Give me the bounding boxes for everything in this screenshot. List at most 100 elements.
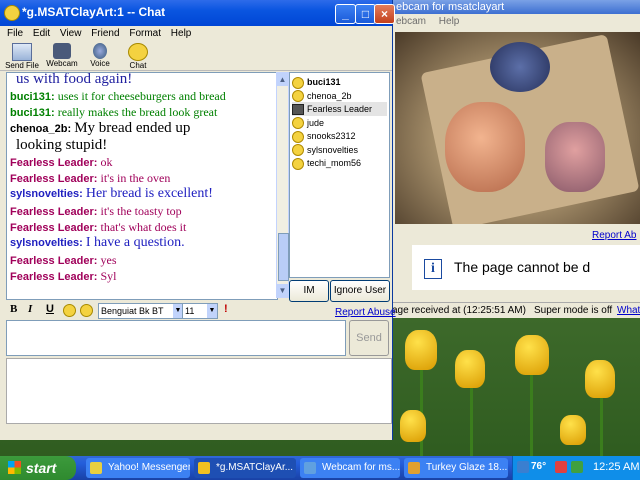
underline-button[interactable]: U <box>46 303 54 315</box>
webcam-button[interactable]: Webcam <box>44 43 80 68</box>
roster-item[interactable]: snooks2312 <box>292 129 387 143</box>
ad-area <box>6 358 392 424</box>
microphone-icon <box>93 43 107 59</box>
tulip <box>405 330 437 370</box>
taskbar: start Yahoo! Messenger *g.MSATClayAr... We… <box>0 456 640 480</box>
whats-this-link[interactable]: What's t <box>617 303 640 319</box>
toolbar: Send File Webcam Voice Chat <box>0 42 392 71</box>
clay-object <box>545 122 605 192</box>
temperature: 76° <box>531 461 547 472</box>
menu-webcam[interactable]: ebcam <box>396 16 426 27</box>
roster-name: jude <box>307 117 325 128</box>
im-button[interactable]: IM <box>289 280 329 302</box>
roster-item[interactable]: Fearless Leader <box>292 102 387 116</box>
chat-message: us with food again! <box>10 73 132 88</box>
menu-file[interactable]: File <box>7 28 23 39</box>
roster-name: Fearless Leader <box>307 104 373 114</box>
chat-room-roster: buci131 chenoa_2b Fearless Leader jude snook… <box>289 72 390 278</box>
roster-item[interactable]: chenoa_2b <box>292 89 387 103</box>
maximize-button[interactable]: □ <box>355 4 376 24</box>
ignore-user-button[interactable]: Ignore User <box>330 280 390 302</box>
message-text: it's the toasty top <box>100 204 182 218</box>
report-abuse-link[interactable]: Report Ab <box>592 230 636 241</box>
tulip <box>560 415 586 445</box>
font-name: Benguiat Bk BT <box>101 306 164 316</box>
smiley-icon <box>292 76 304 89</box>
taskbar-button[interactable]: Webcam for ms... <box>300 458 400 478</box>
emoticon-icon[interactable] <box>63 304 76 317</box>
scroll-up-arrow[interactable]: ▲ <box>277 73 288 86</box>
tulip <box>455 350 485 388</box>
send-file-label: Send File <box>5 61 39 70</box>
taskbar-button[interactable]: Yahoo! Messenger <box>86 458 190 478</box>
scroll-thumb[interactable] <box>278 233 289 281</box>
sender-name: sylsnovelties: <box>10 188 83 200</box>
bold-button[interactable]: B <box>10 303 17 315</box>
message-input[interactable] <box>6 320 346 356</box>
taskbar-button[interactable]: *g.MSATClayAr... <box>194 458 296 478</box>
message-text: uses it for cheeseburgers and bread <box>57 89 226 103</box>
chat-transcript[interactable]: us with food again! buci131: uses it for … <box>6 72 278 300</box>
clay-bread <box>445 102 525 192</box>
task-label: Turkey Glaze 18... <box>426 462 508 473</box>
tulip-stem <box>600 390 603 456</box>
chat-message: Fearless Leader: Syl <box>10 268 117 285</box>
chat-message: buci131: really makes the bread look gre… <box>10 104 217 121</box>
report-abuse-link[interactable]: Report Abuse <box>335 307 396 318</box>
status-super-mode: Super mode is off <box>534 305 613 316</box>
task-label: *g.MSATClayAr... <box>216 462 294 473</box>
messenger-app-icon <box>4 5 20 21</box>
buzz-icon[interactable]: ! <box>224 303 228 315</box>
chat-message: Fearless Leader: it's the toasty top <box>10 203 182 220</box>
audible-icon[interactable] <box>80 304 93 317</box>
scroll-down-arrow[interactable]: ▼ <box>277 284 288 297</box>
font-size-value: 11 <box>185 306 195 316</box>
send-button[interactable]: Send <box>349 320 389 356</box>
menu-friend[interactable]: Friend <box>91 28 119 39</box>
tray-app-icon[interactable] <box>555 461 567 473</box>
weather-icon[interactable] <box>517 461 529 473</box>
roster-item[interactable]: jude <box>292 116 387 130</box>
roster-item[interactable]: buci131 <box>292 75 387 89</box>
chat-message: Fearless Leader: that's what does it <box>10 219 186 236</box>
roster-item[interactable]: techi_mom56 <box>292 156 387 170</box>
network-icon[interactable] <box>571 461 583 473</box>
sender-name: chenoa_2b: <box>10 123 72 135</box>
smiley-icon <box>292 157 304 170</box>
font-select[interactable]: Benguiat Bk BT ▼ <box>98 303 184 319</box>
close-button[interactable]: × <box>374 4 395 24</box>
system-tray: 76° 12:25 AM <box>512 456 640 480</box>
start-button[interactable]: start <box>0 456 76 480</box>
message-text: Syl <box>100 269 117 283</box>
chat-window: *g.MSATClayArt:1 -- Chat _ □ × File Edit… <box>0 0 396 440</box>
transcript-scrollbar[interactable]: ▲ ▼ <box>276 72 289 298</box>
sender-name: Fearless Leader: <box>10 206 98 218</box>
roster-item[interactable]: sylsnovelties <box>292 143 387 157</box>
sender-name: Fearless Leader: <box>10 255 98 267</box>
menu-format[interactable]: Format <box>129 28 161 39</box>
tulip <box>515 335 549 375</box>
chat-message: looking stupid! <box>10 137 107 154</box>
info-icon: i <box>424 259 442 279</box>
webcam-menubar: ebcam Help <box>392 14 640 30</box>
webcam-label: Webcam <box>46 59 78 68</box>
roster-name: sylsnovelties <box>307 144 359 155</box>
font-size-select[interactable]: 11 ▼ <box>182 303 218 319</box>
italic-button[interactable]: I <box>28 303 32 315</box>
menu-view[interactable]: View <box>60 28 82 39</box>
roster-name: buci131 <box>307 77 341 87</box>
clock: 12:25 AM <box>593 461 640 473</box>
title-bar[interactable]: *g.MSATClayArt:1 -- Chat _ □ × <box>0 0 395 26</box>
menu-help[interactable]: Help <box>171 28 192 39</box>
chat-button[interactable]: Chat <box>120 43 156 70</box>
tulip <box>400 410 426 442</box>
menu-edit[interactable]: Edit <box>33 28 50 39</box>
message-text: My bread ended up <box>74 120 191 136</box>
voice-button[interactable]: Voice <box>82 43 118 68</box>
taskbar-button[interactable]: Turkey Glaze 18... <box>404 458 508 478</box>
send-file-button[interactable]: Send File <box>4 43 40 70</box>
sender-name: buci131: <box>10 107 55 119</box>
minimize-button[interactable]: _ <box>335 4 356 24</box>
message-text: ok <box>100 155 113 169</box>
menu-help[interactable]: Help <box>439 16 460 27</box>
